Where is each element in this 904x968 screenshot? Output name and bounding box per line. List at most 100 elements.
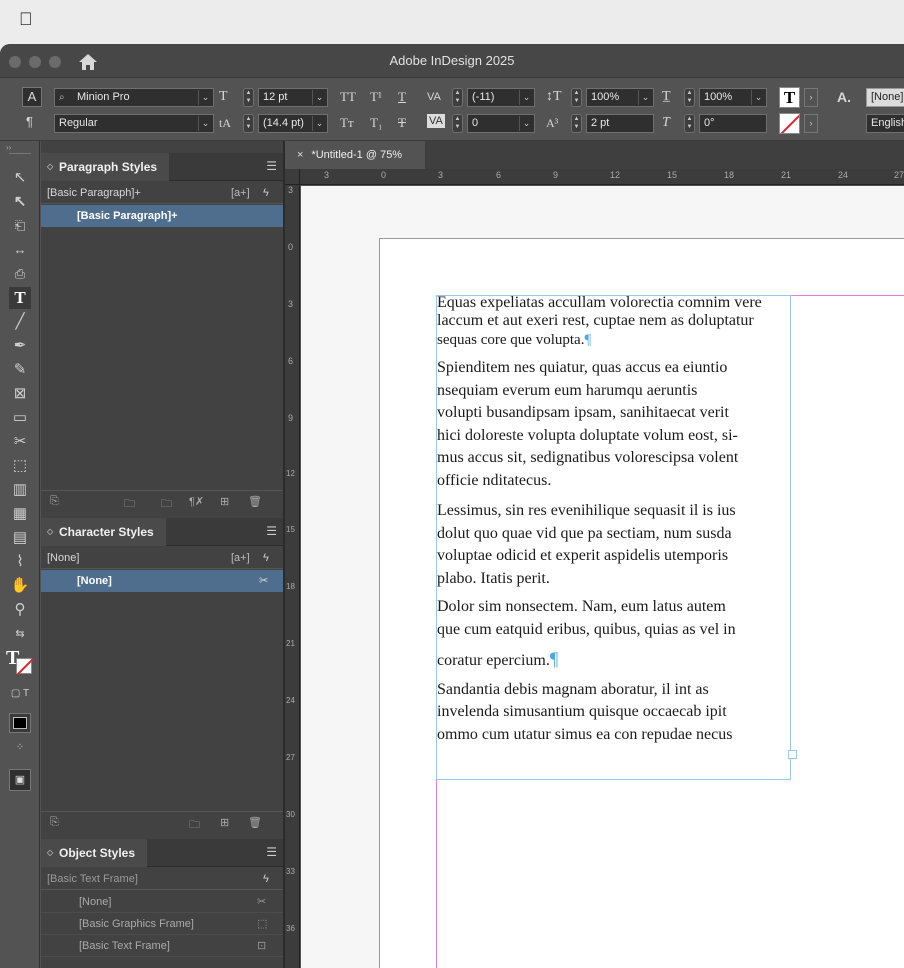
horizontal-ruler[interactable]: 3 0 3 6 9 12 15 18 21 24 27 [300,169,904,185]
paragraph-style-item[interactable]: [Basic Paragraph]+ [41,205,283,227]
tracking-field[interactable]: 0 ⌄ [467,114,535,133]
tab-object-styles[interactable]: Object Styles [41,839,148,867]
superscript-icon[interactable]: T¹ [370,88,382,106]
text-fill-swatch[interactable]: T [779,87,800,108]
paragraph[interactable]: Lessimus, sin res evenihilique sequasit … [437,500,789,590]
panel-menu-icon[interactable]: ☰ [266,845,277,859]
quick-apply-icon[interactable]: ϟ [263,868,269,890]
pen-tool-icon[interactable]: ✒ [9,335,31,357]
panel-menu-icon[interactable]: ☰ [266,524,277,538]
stroke-none-swatch[interactable] [779,113,800,134]
chevron-down-icon[interactable]: ⌄ [751,90,765,105]
tracking-stepper[interactable]: ▲ ▼ [452,114,463,133]
chevron-down-icon[interactable]: ⌄ [312,90,326,105]
apply-color-icon[interactable]: ⁘ [9,737,31,759]
chevron-down-icon[interactable]: ⌄ [312,116,326,131]
gradient-feather-tool-icon[interactable]: ▦ [9,503,31,525]
line-tool-icon[interactable]: ╱ [9,311,31,333]
leading-stepper[interactable]: ▲ ▼ [243,114,254,133]
apple-menu-icon[interactable]:  [19,9,33,30]
horizontal-scale-field[interactable]: 100% ⌄ [699,88,767,107]
load-styles-icon[interactable]: ⎘ [50,816,59,829]
chevron-down-icon[interactable]: ⌄ [519,90,533,105]
paragraph[interactable]: Sandantia debis magnam aboratur, il int … [437,679,789,747]
quick-apply-icon[interactable]: ϟ [263,547,269,569]
baseline-shift-field[interactable]: 2 pt [586,114,654,133]
skew-stepper[interactable]: ▲ ▼ [684,114,695,133]
content-collector-icon[interactable]: ⎙ [9,263,31,285]
note-tool-icon[interactable]: ▤ [9,527,31,549]
paragraph[interactable]: Spienditem nes quiatur, quas accus ea ei… [437,357,789,492]
text-fill-proxy-icon[interactable]: T [6,648,24,668]
load-styles-icon[interactable]: ⎘ [50,495,59,508]
font-family-field[interactable]: ⌕ Minion Pro ⌄ [54,88,214,107]
tab-character-styles[interactable]: Character Styles [41,518,166,546]
gradient-swatch-tool-icon[interactable]: ▥ [9,479,31,501]
small-caps-icon[interactable]: Tт [340,114,354,132]
style-to-group-icon[interactable]: 🗀 [124,495,135,514]
panel-menu-icon[interactable]: ☰ [266,159,277,173]
delete-style-icon[interactable]: 🗑 [248,816,262,829]
free-transform-tool-icon[interactable]: ⬚ [9,455,31,477]
fill-stroke-proxy[interactable]: T [6,648,34,676]
chevron-down-icon[interactable]: ⌄ [198,116,212,131]
chevron-down-icon[interactable]: ⌄ [638,90,652,105]
new-style-icon[interactable]: ⊞ [220,495,229,508]
object-style-item[interactable]: [Basic Graphics Frame] ⬚ [41,913,283,935]
chevron-down-icon[interactable]: ⌄ [519,116,533,131]
leading-field[interactable]: (14.4 pt) ⌄ [258,114,328,133]
swap-fill-stroke-icon[interactable]: ⇆ [9,623,31,645]
rectangle-tool-icon[interactable]: ▭ [9,407,31,429]
paragraph-formatting-button[interactable]: ¶ [26,113,33,131]
ruler-origin[interactable] [285,169,300,185]
type-tool-icon[interactable]: T [9,287,31,309]
story-text[interactable]: Equas expeliatas accullam volorectia com… [437,294,789,750]
paragraph[interactable]: Dolor sim nonsectem. Nam, eum latus aute… [437,596,789,673]
font-size-field[interactable]: 12 pt ⌄ [258,88,328,107]
pencil-tool-icon[interactable]: ✎ [9,359,31,381]
character-formatting-button[interactable]: A [22,87,42,107]
baseline-shift-stepper[interactable]: ▲ ▼ [571,114,582,133]
new-style-group-button[interactable]: [a+] [231,547,250,569]
font-size-stepper[interactable]: ▲ ▼ [243,88,254,107]
kerning-stepper[interactable]: ▲ ▼ [452,88,463,107]
screen-mode-button[interactable]: ▣ [9,769,31,791]
tab-paragraph-styles[interactable]: Paragraph Styles [41,153,170,181]
character-style-item[interactable]: [None] ✂ [41,570,283,592]
close-tab-icon[interactable]: × [297,149,303,161]
direct-selection-tool-icon[interactable]: ↖ [9,191,31,213]
chevron-down-icon[interactable]: ⌄ [198,90,212,105]
quick-apply-icon[interactable]: ϟ [263,182,269,204]
underline-icon[interactable]: T [398,88,406,106]
character-style-field[interactable]: [None] [866,88,904,107]
vertical-scale-field[interactable]: 100% ⌄ [586,88,654,107]
vertical-ruler[interactable]: 3 0 3 6 9 12 15 18 21 24 27 30 33 36 [285,185,300,968]
new-style-group-button[interactable]: [a+] [231,182,250,204]
zoom-tool-icon[interactable]: ⚲ [9,599,31,621]
kerning-field[interactable]: (-11) ⌄ [467,88,535,107]
formatting-affects-container-icon[interactable]: ▢ T [9,683,31,705]
object-style-item[interactable]: [None] ✂ [41,891,283,913]
fill-arrow-button[interactable]: › [804,88,818,107]
skew-field[interactable]: 0° [699,114,767,133]
gap-tool-icon[interactable]: ↔ [9,239,31,261]
language-field[interactable]: English [866,114,904,133]
horizontal-scale-stepper[interactable]: ▲ ▼ [684,88,695,107]
clear-overrides-icon[interactable]: ¶✗ [189,495,204,508]
object-style-item[interactable]: [Basic Text Frame] ⊡ [41,935,283,957]
font-style-field[interactable]: Regular ⌄ [54,114,214,133]
rectangle-frame-tool-icon[interactable]: ⊠ [9,383,31,405]
stroke-arrow-button[interactable]: › [804,114,818,133]
all-caps-icon[interactable]: TT [340,88,356,106]
new-group-icon[interactable]: 🗀 [189,816,200,835]
out-port-handle[interactable] [788,750,797,759]
new-group-icon[interactable]: 🗀 [161,495,172,514]
delete-style-icon[interactable]: 🗑 [248,495,262,508]
page-tool-icon[interactable]: ⎗ [9,215,31,237]
scissors-tool-icon[interactable]: ✂ [9,431,31,453]
vertical-scale-stepper[interactable]: ▲ ▼ [571,88,582,107]
normal-view-button[interactable] [9,713,31,733]
hand-tool-icon[interactable]: ✋ [9,575,31,597]
paragraph[interactable]: Equas expeliatas accullam volorectia com… [437,294,789,351]
tab-document[interactable]: × *Untitled-1 @ 75% [285,141,425,169]
